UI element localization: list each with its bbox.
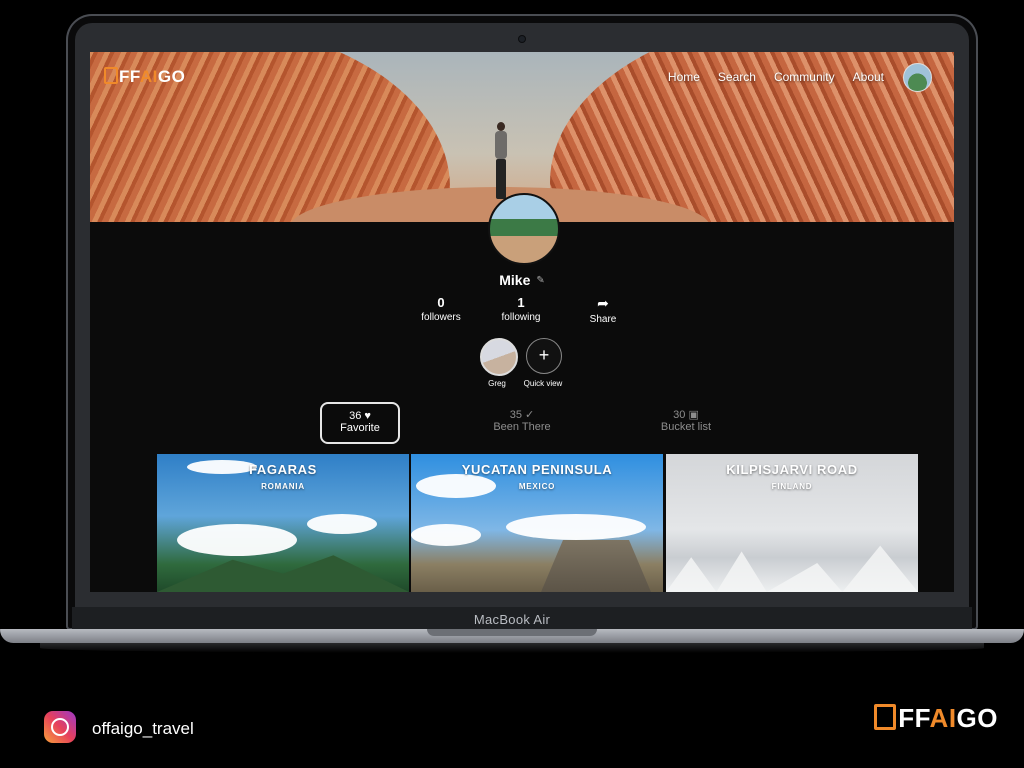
tab-bucket-list[interactable]: 30 ▣ Bucket list [648,402,724,440]
bag-icon: ▣ [688,409,699,421]
browser-screen: FFAIGO Home Search Community About Mike ✎… [90,52,954,592]
share-label: Share [589,314,617,325]
nav-about[interactable]: About [853,70,884,84]
pyramid-shape [541,540,651,592]
logo-mark-icon [874,704,897,730]
destination-card[interactable]: FAGARAS ROMANIA [157,454,409,592]
card-country: FINLAND [771,482,813,491]
cloud-shape [307,514,377,534]
instagram-icon[interactable] [44,711,76,743]
quick-view-label: Quick view [523,379,563,388]
bucket-list-count: 30 [673,409,686,421]
tab-favorite[interactable]: 36 ♥ Favorite [320,402,400,444]
followers-count: 0 [437,295,445,310]
favorite-count: 36 [349,410,362,422]
friend-avatar-greg[interactable] [480,338,518,376]
profile-name-row: Mike ✎ [90,272,954,288]
been-there-count: 35 [509,409,522,421]
cloud-shape [411,524,481,546]
laptop-notch [427,629,597,636]
card-title: YUCATAN PENINSULA [461,462,613,477]
following-stat[interactable]: 1 following [491,295,551,323]
heart-icon: ♥ [364,410,371,422]
card-country: ROMANIA [261,482,305,491]
instagram-handle[interactable]: offaigo_travel [92,719,194,739]
followers-stat[interactable]: 0 followers [411,295,471,323]
snowy-trees-shape [666,545,918,592]
nav-search[interactable]: Search [718,70,756,84]
check-icon: ✓ [525,409,535,421]
laptop-shadow [40,643,984,653]
card-country: MEXICO [518,482,556,491]
following-count: 1 [517,295,525,310]
site-logo[interactable]: FFAIGO [104,67,185,87]
favorite-label: Favorite [340,422,380,434]
mountain-shape [157,555,409,592]
pencil-icon[interactable]: ✎ [536,275,544,286]
profile-name: Mike [499,272,531,288]
cloud-shape [506,514,646,540]
user-avatar[interactable] [903,63,932,92]
destination-card[interactable]: YUCATAN PENINSULA MEXICO [411,454,663,592]
destination-card[interactable]: KILPISJARVI ROAD FINLAND [666,454,918,592]
add-friend-button[interactable]: + [526,338,562,374]
hiker-figure [492,122,510,202]
top-nav: Home Search Community About [668,70,884,84]
nav-home[interactable]: Home [668,70,700,84]
brand-logo: FFAIGO [874,703,998,734]
device-label: MacBook Air [473,612,551,627]
share-icon: ➦ [597,295,609,311]
been-there-label: Been There [493,421,551,433]
webcam [519,36,525,42]
cloud-shape [177,524,297,556]
logo-mark-icon [104,67,118,84]
tab-been-there[interactable]: 35 ✓ Been There [484,402,560,440]
share-button[interactable]: ➦ Share [573,295,633,325]
bucket-list-label: Bucket list [660,421,712,433]
card-title: FAGARAS [249,462,317,477]
nav-community[interactable]: Community [774,70,835,84]
profile-avatar [488,193,560,265]
following-label: following [501,312,541,323]
card-title: KILPISJARVI ROAD [726,462,858,477]
plus-icon: + [538,345,550,365]
followers-label: followers [421,312,461,323]
